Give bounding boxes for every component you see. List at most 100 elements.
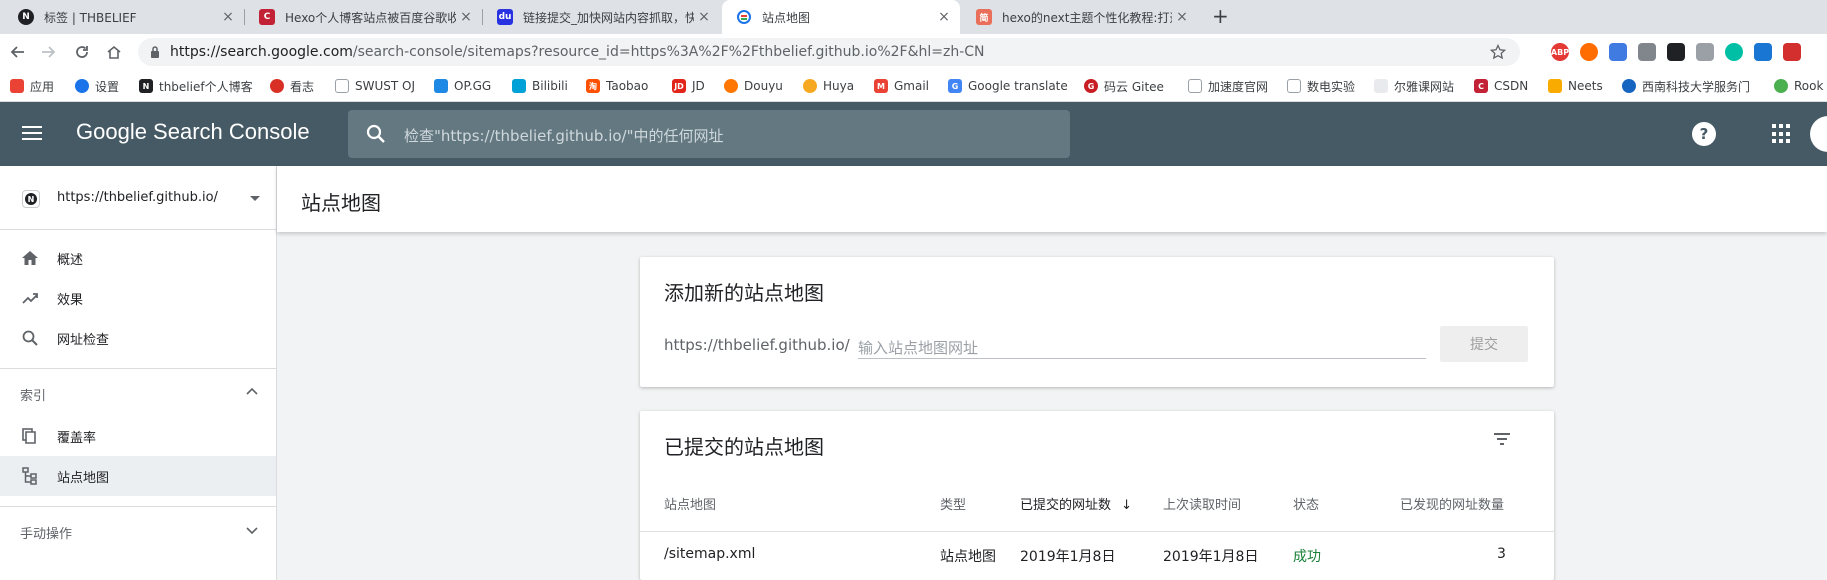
browser-toolbar: https://search.google.com/search-console…	[0, 34, 1827, 70]
bookmarks-bar: 应用 设置 Nthbelief个人博客 看志 SWUST OJ OP.GG Bi…	[0, 70, 1827, 102]
sidebar-section-manual-actions[interactable]: 手动操作	[0, 506, 276, 554]
bookmark-item[interactable]: Neets	[1548, 78, 1603, 94]
bookmark-label: Douyu	[744, 79, 783, 93]
extension-icon[interactable]	[1580, 43, 1598, 61]
sidebar-item-performance[interactable]: 效果	[0, 278, 276, 318]
column-header-type[interactable]: 类型	[940, 494, 966, 513]
neets-icon	[1548, 79, 1562, 93]
last-read-date: 2019年1月8日	[1163, 549, 1259, 565]
browser-tab[interactable]: du 链接提交_加快网站内容抓取，快 ×	[483, 0, 720, 34]
translate-icon: G	[948, 79, 962, 93]
sitemap-url-input[interactable]: 输入站点地图网址	[858, 331, 1426, 359]
sidebar-item-label: 站点地图	[57, 470, 110, 486]
sidebar-section-index[interactable]: 索引	[0, 368, 276, 416]
back-button[interactable]	[6, 40, 30, 64]
bookmark-item[interactable]: 淘 Taobao	[586, 78, 648, 94]
url-inspection-search[interactable]: 检查"https://thbelief.github.io/"中的任何网址	[348, 110, 1070, 158]
pen-icon[interactable]	[1754, 43, 1772, 61]
gear-icon	[75, 79, 89, 93]
browser-tab[interactable]: 简 hexo的next主题个性化教程:打造 ×	[962, 0, 1198, 34]
sidebar-item-label: 覆盖率	[57, 430, 97, 446]
bookmark-label: 看志	[290, 79, 315, 94]
jd-icon: JD	[672, 79, 686, 93]
close-icon[interactable]: ×	[934, 9, 954, 25]
jianshu-icon: 简	[976, 9, 992, 25]
star-icon[interactable]	[1490, 44, 1506, 60]
extension-icon[interactable]	[1725, 43, 1743, 61]
add-sitemap-card: 添加新的站点地图 https://thbelief.github.io/ 输入站…	[640, 257, 1554, 387]
bookmark-item[interactable]: 应用	[10, 78, 54, 94]
sidebar-item-overview[interactable]: 概述	[0, 238, 276, 278]
bookmark-label: 加速度官网	[1208, 79, 1269, 94]
bookmark-item[interactable]: 数电实验	[1287, 78, 1355, 94]
reload-button[interactable]	[70, 40, 94, 64]
notion-icon: N	[18, 9, 34, 25]
bookmark-item[interactable]: Bilibili	[512, 78, 568, 94]
bookmark-item[interactable]: Nthbelief个人博客	[139, 78, 253, 94]
bookmark-item[interactable]: M Gmail	[874, 78, 929, 94]
sidebar-item-coverage[interactable]: 覆盖率	[0, 416, 276, 456]
bookmark-item[interactable]: C CSDN	[1474, 78, 1528, 94]
address-bar[interactable]: https://search.google.com/search-console…	[138, 38, 1520, 66]
avatar[interactable]	[1810, 116, 1827, 152]
column-header-sitemap[interactable]: 站点地图	[664, 494, 716, 513]
bookmark-item[interactable]: Rook	[1774, 78, 1823, 94]
close-icon[interactable]: ×	[694, 9, 714, 25]
bookmark-item[interactable]: G Google translate	[948, 78, 1068, 94]
bookmark-item[interactable]: 加速度官网	[1188, 78, 1268, 94]
baidu-icon: du	[497, 9, 513, 25]
submit-button[interactable]: 提交	[1440, 326, 1528, 362]
bookmark-item[interactable]: 西南科技大学服务门	[1622, 78, 1750, 94]
taobao-icon: 淘	[586, 79, 600, 93]
rook-icon	[1774, 79, 1788, 93]
bookmark-item[interactable]: Douyu	[724, 78, 783, 94]
close-icon[interactable]: ×	[218, 9, 238, 25]
discovered-count: 3	[1497, 546, 1506, 562]
adblock-plus-icon[interactable]: ABP	[1551, 43, 1569, 61]
column-header-status[interactable]: 状态	[1293, 494, 1319, 513]
download-icon[interactable]	[1638, 43, 1656, 61]
bookmark-item[interactable]: SWUST OJ	[335, 78, 415, 94]
browser-tab-active[interactable]: 站点地图 ×	[722, 0, 960, 34]
bookmark-item[interactable]: 设置	[75, 78, 119, 94]
close-icon[interactable]: ×	[456, 9, 476, 25]
column-header-label: 已提交的网址数	[1020, 498, 1112, 513]
section-label: 索引	[20, 389, 47, 404]
sitemap-url-prefix: https://thbelief.github.io/	[664, 336, 850, 354]
sidebar-item-sitemaps[interactable]: 站点地图	[0, 456, 276, 496]
extension-icon[interactable]	[1667, 43, 1685, 61]
bookmark-label: OP.GG	[454, 79, 492, 93]
menu-icon[interactable]	[20, 122, 44, 146]
caret-down-icon	[250, 196, 260, 201]
bookmark-label: 数电实验	[1307, 79, 1356, 94]
forward-button[interactable]	[36, 40, 60, 64]
column-header-submitted[interactable]: 已提交的网址数 ↓	[1020, 494, 1132, 513]
bookmark-item[interactable]: G 码云 Gitee	[1084, 78, 1164, 94]
google-apps-icon[interactable]	[1772, 124, 1792, 144]
property-selector[interactable]: N https://thbelief.github.io/	[0, 166, 276, 230]
home-button[interactable]	[102, 40, 126, 64]
new-tab-button[interactable]: +	[1212, 4, 1229, 28]
search-input[interactable]: 检查"https://thbelief.github.io/"中的任何网址	[404, 125, 724, 146]
bookmark-item[interactable]: 尔雅课网站	[1374, 78, 1454, 94]
extension-icon[interactable]	[1696, 43, 1714, 61]
app-title[interactable]: Google Search Console	[76, 119, 310, 145]
bookmark-item[interactable]: 看志	[270, 78, 314, 94]
browser-tab[interactable]: N 标签 | THBELIEF ×	[4, 0, 244, 34]
help-icon[interactable]: ?	[1692, 122, 1716, 146]
filter-icon[interactable]	[1490, 427, 1514, 451]
bookmark-item[interactable]: JD JD	[672, 78, 705, 94]
sidebar-item-url-inspection[interactable]: 网址检查	[0, 318, 276, 358]
close-icon[interactable]: ×	[1172, 9, 1192, 25]
bookmark-item[interactable]: Huya	[803, 78, 854, 94]
extension-icon[interactable]	[1609, 43, 1627, 61]
column-header-discovered[interactable]: 已发现的网址数量	[1400, 494, 1504, 513]
extension-icon[interactable]	[1783, 43, 1801, 61]
sitemap-path[interactable]: /sitemap.xml	[664, 546, 755, 562]
bookmark-item[interactable]: OP.GG	[434, 78, 491, 94]
browser-tab[interactable]: C Hexo个人博客站点被百度谷歌收 ×	[245, 0, 482, 34]
page-icon	[1188, 79, 1202, 93]
tab-title: hexo的next主题个性化教程:打造	[1002, 10, 1172, 25]
bookmark-label: SWUST OJ	[355, 79, 416, 93]
column-header-last-read[interactable]: 上次读取时间	[1163, 494, 1241, 513]
